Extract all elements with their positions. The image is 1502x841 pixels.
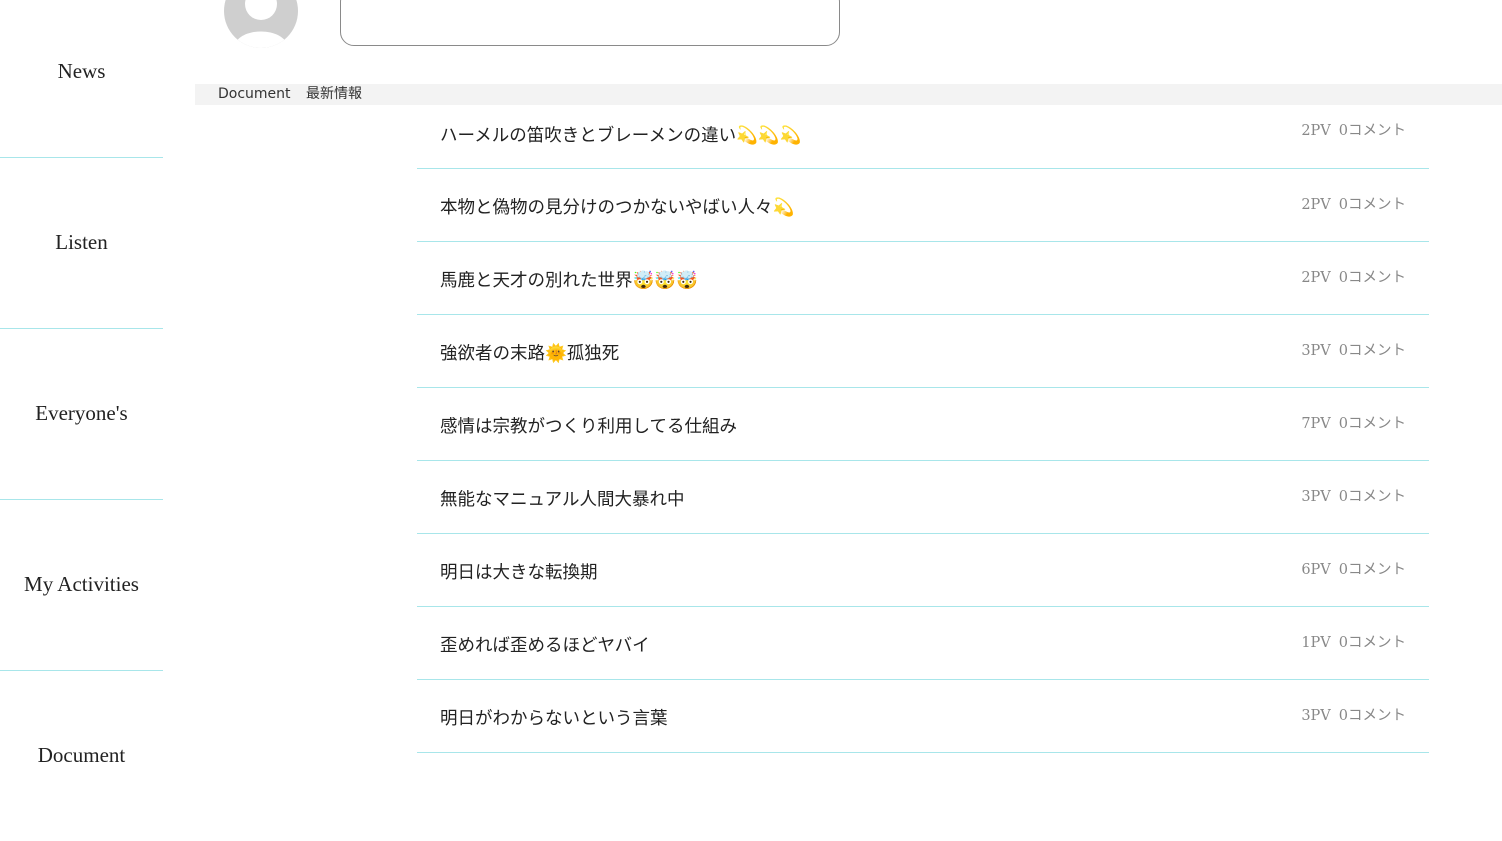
list-item[interactable]: 歪めれば歪めるほどヤバイ 1PV 0コメント — [417, 607, 1429, 680]
post-meta: 3PV 0コメント — [1301, 485, 1406, 506]
post-title[interactable]: 感情は宗教がつくり利用してる仕組み — [440, 413, 737, 438]
post-title[interactable]: 歪めれば歪めるほどヤバイ — [440, 632, 650, 657]
sidebar-item-my-activities[interactable]: My Activities — [0, 499, 163, 671]
post-views: 2PV — [1301, 197, 1331, 213]
list-item[interactable]: 馬鹿と天才の別れた世界🤯🤯🤯 2PV 0コメント — [417, 242, 1429, 315]
post-title[interactable]: 無能なマニュアル人間大暴れ中 — [440, 486, 684, 511]
post-meta: 3PV 0コメント — [1301, 339, 1406, 360]
post-meta: 7PV 0コメント — [1301, 412, 1406, 433]
post-meta: 2PV 0コメント — [1301, 266, 1406, 287]
post-list: ハーメルの笛吹きとブレーメンの違い💫💫💫 2PV 0コメント 本物と偽物の見分けの… — [417, 96, 1429, 753]
sidebar: News Listen Everyone's My Activities Doc… — [0, 0, 163, 805]
sidebar-item-document[interactable]: Document — [0, 670, 163, 841]
avatar[interactable] — [224, 0, 298, 48]
search-input[interactable] — [340, 0, 840, 46]
post-title[interactable]: 明日がわからないという言葉 — [440, 705, 668, 730]
sidebar-item-news[interactable]: News — [0, 0, 163, 158]
post-comments: 0コメント — [1338, 708, 1406, 724]
post-comments: 0コメント — [1338, 343, 1406, 359]
post-meta: 6PV 0コメント — [1301, 558, 1406, 579]
breadcrumb-section-link[interactable]: Document — [218, 84, 291, 105]
post-title[interactable]: ハーメルの笛吹きとブレーメンの違い💫💫💫 — [440, 122, 801, 147]
post-comments: 0コメント — [1338, 270, 1406, 286]
list-item[interactable]: 明日は大きな転換期 6PV 0コメント — [417, 534, 1429, 607]
post-title[interactable]: 馬鹿と天才の別れた世界🤯🤯🤯 — [440, 267, 698, 292]
post-views: 2PV — [1301, 123, 1331, 139]
post-meta: 2PV 0コメント — [1301, 193, 1406, 214]
post-comments: 0コメント — [1338, 123, 1406, 139]
list-item[interactable]: 無能なマニュアル人間大暴れ中 3PV 0コメント — [417, 461, 1429, 534]
post-views: 3PV — [1301, 489, 1331, 505]
post-comments: 0コメント — [1338, 562, 1406, 578]
post-views: 3PV — [1301, 343, 1331, 359]
sidebar-item-everyones[interactable]: Everyone's — [0, 328, 163, 500]
post-views: 3PV — [1301, 708, 1331, 724]
breadcrumb-current-page: 最新情報 — [306, 86, 362, 102]
sidebar-item-listen[interactable]: Listen — [0, 157, 163, 329]
list-item[interactable]: 強欲者の末路🌞孤独死 3PV 0コメント — [417, 315, 1429, 388]
post-comments: 0コメント — [1338, 416, 1406, 432]
post-meta: 2PV 0コメント — [1301, 119, 1406, 140]
post-title[interactable]: 本物と偽物の見分けのつかないやばい人々💫 — [440, 194, 794, 219]
post-views: 2PV — [1301, 270, 1331, 286]
post-views: 1PV — [1301, 635, 1331, 651]
post-title[interactable]: 強欲者の末路🌞孤独死 — [440, 340, 619, 365]
post-comments: 0コメント — [1338, 635, 1406, 651]
post-views: 7PV — [1301, 416, 1331, 432]
list-item[interactable]: 本物と偽物の見分けのつかないやばい人々💫 2PV 0コメント — [417, 169, 1429, 242]
list-item[interactable]: ハーメルの笛吹きとブレーメンの違い💫💫💫 2PV 0コメント — [417, 96, 1429, 169]
post-comments: 0コメント — [1338, 197, 1406, 213]
list-item[interactable]: 明日がわからないという言葉 3PV 0コメント — [417, 680, 1429, 753]
post-views: 6PV — [1301, 562, 1331, 578]
list-item[interactable]: 感情は宗教がつくり利用してる仕組み 7PV 0コメント — [417, 388, 1429, 461]
post-comments: 0コメント — [1338, 489, 1406, 505]
post-title[interactable]: 明日は大きな転換期 — [440, 559, 598, 584]
post-meta: 3PV 0コメント — [1301, 704, 1406, 725]
post-meta: 1PV 0コメント — [1301, 631, 1406, 652]
user-silhouette-icon — [234, 0, 288, 48]
